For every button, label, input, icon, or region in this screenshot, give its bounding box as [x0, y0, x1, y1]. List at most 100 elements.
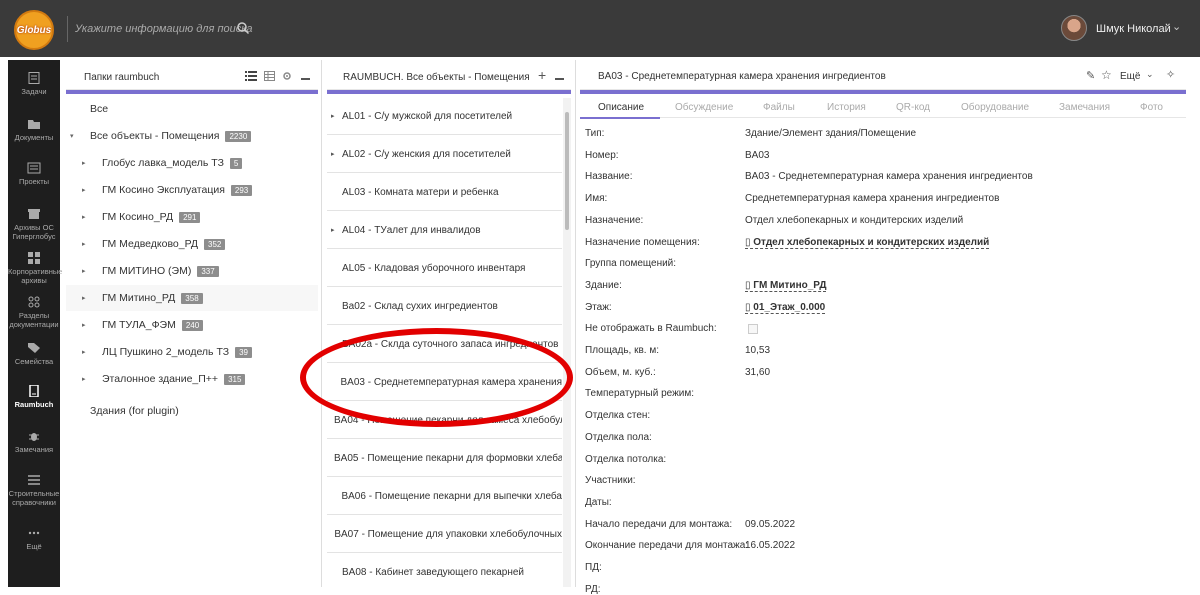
tab-1[interactable]: Обсуждение [675, 102, 733, 113]
chevron-right-icon[interactable]: ▸ [82, 375, 92, 383]
chevron-right-icon[interactable]: ▸ [82, 159, 92, 167]
chevron-right-icon[interactable]: ▸ [82, 267, 92, 275]
tree-item-label: ГМ Медведково_РД [102, 238, 199, 250]
add-icon[interactable]: + [538, 67, 546, 83]
prop-value: BA03 [745, 149, 770, 161]
prop-label: Этаж: [585, 301, 612, 313]
chevron-right-icon[interactable]: ▸ [82, 348, 92, 356]
minimize-icon[interactable] [301, 78, 310, 80]
tree-item[interactable]: ▸ ГМ МИТИНО (ЭМ) 337 [66, 258, 318, 284]
chevron-right-icon[interactable]: ▸ [327, 112, 339, 120]
chevron-down-icon[interactable]: ⌄ [1146, 69, 1154, 80]
list-view-icon[interactable] [245, 71, 257, 81]
gear-icon[interactable] [282, 71, 292, 81]
list-panel-title: RAUMBUCH. Все объекты - Помещения [343, 72, 530, 83]
tree-item[interactable]: ▸ ГМ ТУЛА_ФЭМ 240 [66, 312, 318, 338]
tab-0[interactable]: Описание [598, 102, 644, 113]
nav-item-label: Документы [14, 133, 54, 142]
search-icon[interactable] [236, 21, 250, 35]
list-item[interactable]: AL03 - Комната матери и ребенка [327, 174, 562, 211]
tab-4[interactable]: QR-код [896, 102, 930, 113]
tree-item[interactable]: ▸ ГМ Медведково_РД 352 [66, 231, 318, 257]
list-item-label: BA02a - Склда суточного запаса ингредиен… [342, 338, 559, 350]
nav-item-6[interactable]: Семейства [8, 342, 60, 366]
globus-logo[interactable]: Globus [14, 10, 54, 50]
list-item[interactable]: BA07 - Помещение для упаковки хлебобулоч… [327, 516, 562, 553]
scrollbar-thumb[interactable] [565, 112, 569, 230]
minimize-icon[interactable] [555, 78, 564, 80]
tab-6[interactable]: Замечания [1059, 102, 1110, 113]
tree-item[interactable]: ▸ ГМ Косино Эксплуатация 293 [66, 177, 318, 203]
count-badge: 240 [181, 319, 204, 331]
star-icon[interactable]: ☆ [1101, 68, 1112, 82]
nav-item-0[interactable]: Задачи [8, 72, 60, 96]
list-item[interactable]: ▸ AL01 - С/у мужской для посетителей [327, 98, 562, 135]
chevron-right-icon[interactable]: ▸ [327, 150, 339, 158]
list-item[interactable]: ▸ AL02 - С/у женския для посетителей [327, 136, 562, 173]
prop-label: Номер: [585, 149, 619, 161]
nav-item-8[interactable]: Замечания [8, 430, 60, 454]
tree-item[interactable]: ▸ ЛЦ Пушкино 2_модель ТЗ 39 [66, 339, 318, 365]
details-header: BA03 - Среднетемпературная камера хранен… [580, 60, 1186, 90]
list-item[interactable]: BA08 - Кабинет заведующего пекарней [327, 554, 562, 587]
tree-item[interactable]: ▸ ГМ Митино_РД 358 [66, 285, 318, 311]
nav-item-7[interactable]: Raumbuch [8, 385, 60, 409]
left-navigation: Задачи Документы Проекты Архивы ОС Гипергло… [8, 60, 62, 587]
tab-2[interactable]: Файлы [763, 102, 795, 113]
prop-link[interactable]: ▯ ГМ Митино_РД [745, 280, 827, 292]
nav-item-2[interactable]: Проекты [8, 162, 60, 186]
prop-value: Отдел хлебопекарных и кондитерских издел… [745, 214, 964, 226]
list-panel-accent [327, 90, 571, 94]
prop-label: Отделка потолка: [585, 453, 667, 465]
edit-icon[interactable]: ✎ [1086, 69, 1095, 82]
chevron-right-icon[interactable]: ▸ [82, 213, 92, 221]
chevron-right-icon[interactable]: ▸ [82, 240, 92, 248]
list-item[interactable]: BA06 - Помещение пекарни для выпечки хле… [327, 478, 562, 515]
tree-item[interactable]: ▸ Эталонное здание_П++ 315 [66, 366, 318, 392]
tab-3[interactable]: История [827, 102, 866, 113]
raumbuch-icon [8, 385, 60, 397]
chevron-down-icon[interactable]: ▾ [70, 132, 80, 140]
prop-link[interactable]: ▯ Отдел хлебопекарных и кондитерских изд… [745, 237, 990, 249]
chevron-down-icon[interactable]: ⌄ [1172, 20, 1181, 33]
nav-item-label: Проекты [18, 177, 50, 186]
avatar[interactable] [1061, 15, 1087, 41]
prop-value: Здание/Элемент здания/Помещение [745, 128, 917, 139]
prop-label: Название: [585, 171, 633, 183]
user-name[interactable]: Шмук Николай [1096, 23, 1171, 35]
list-item[interactable]: AL05 - Кладовая уборочного инвентаря [327, 250, 562, 287]
list-item[interactable]: BA02a - Склда суточного запаса ингредиен… [327, 326, 562, 363]
prop-link[interactable]: ▯ 01_Этаж_0.000 [745, 302, 826, 314]
table-view-icon[interactable] [264, 71, 275, 81]
hide-in-raumbuch-checkbox[interactable] [748, 324, 758, 335]
nav-item-4[interactable]: Корпоративные архивы [8, 252, 62, 285]
tree-item[interactable]: Здания (for plugin) [66, 398, 318, 424]
chevron-right-icon[interactable]: ▸ [82, 294, 92, 302]
list-item[interactable]: ▸ AL04 - ТУалет для инвалидов [327, 212, 562, 249]
tree-item[interactable]: ▸ ГМ Косино_РД 291 [66, 204, 318, 230]
pin-icon[interactable]: ✧ [1166, 68, 1175, 81]
nav-item-3[interactable]: Архивы ОС Гиперглобус [8, 208, 60, 241]
tab-7[interactable]: Фото [1140, 102, 1163, 113]
chevron-right-icon[interactable]: ▸ [327, 226, 339, 234]
prop-label: Объем, м. куб.: [585, 366, 656, 378]
nav-item-10[interactable]: Ещё [8, 527, 60, 551]
nav-item-label: Семейства [14, 357, 54, 366]
nav-item-label: Ещё [26, 542, 42, 551]
list-item[interactable]: BA03 - Среднетемпературная камера хранен… [327, 364, 562, 401]
tree-item[interactable]: ▸ Глобус лавка_модель ТЗ 5 [66, 150, 318, 176]
list-item[interactable]: BA05 - Помещение пекарни для формовки хл… [327, 440, 562, 477]
nav-item-9[interactable]: Строительные справочники [8, 474, 60, 507]
chevron-right-icon[interactable]: ▸ [82, 321, 92, 329]
nav-item-5[interactable]: Разделы документации [8, 296, 60, 329]
list-item[interactable]: BA04 - Помещение пекарни дял замеса хлеб… [327, 402, 562, 439]
search-input[interactable]: Укажите информацию для поиска [75, 23, 253, 35]
tree-item[interactable]: Все [66, 96, 318, 122]
chevron-right-icon[interactable]: ▸ [82, 186, 92, 194]
tree-item[interactable]: ▾ Все объекты - Помещения 2230 [66, 123, 318, 149]
list-item[interactable]: Ba02 - Склад сухих ингредиентов [327, 288, 562, 325]
tab-5[interactable]: Оборудование [961, 102, 1029, 113]
nav-item-1[interactable]: Документы [8, 118, 60, 142]
details-title: BA03 - Среднетемпературная камера хранен… [598, 71, 886, 82]
more-button[interactable]: Ещё [1120, 71, 1140, 82]
